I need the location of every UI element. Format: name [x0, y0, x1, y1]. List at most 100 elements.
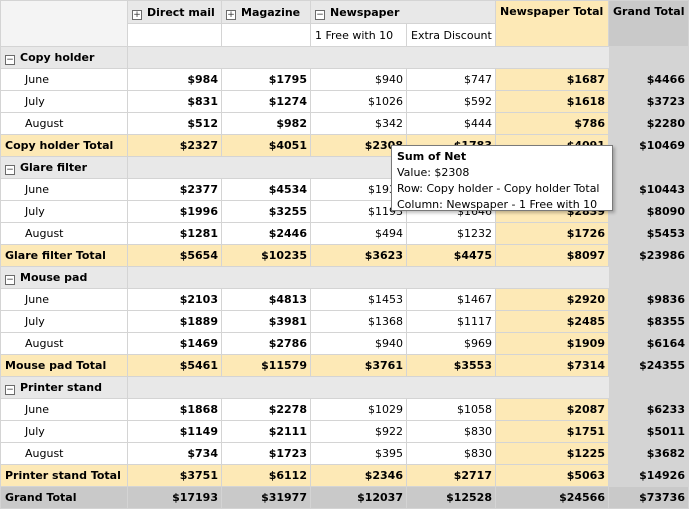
column-header-1-free-with-10[interactable]: 1 Free with 10 [310, 23, 407, 47]
value-cell[interactable]: $7314 [495, 354, 609, 377]
value-cell[interactable]: $10469 [608, 134, 689, 157]
value-cell[interactable]: $1453 [310, 288, 407, 311]
value-cell[interactable]: $24355 [608, 354, 689, 377]
row-group-header[interactable]: − Glare filter [0, 156, 128, 179]
value-cell[interactable]: $6112 [221, 464, 311, 487]
value-cell[interactable]: $1117 [406, 310, 496, 333]
value-cell[interactable]: $8090 [608, 200, 689, 223]
column-header-extra-discount[interactable]: Extra Discount [406, 23, 496, 47]
value-cell[interactable]: $5461 [127, 354, 222, 377]
value-cell[interactable]: $12528 [406, 486, 496, 509]
value-cell[interactable]: $940 [310, 332, 407, 355]
value-cell[interactable]: $984 [127, 68, 222, 91]
value-cell[interactable]: $4534 [221, 178, 311, 201]
column-header-grand-total[interactable]: Grand Total [608, 0, 689, 47]
expand-icon[interactable]: + [132, 9, 142, 20]
value-cell[interactable]: $9836 [608, 288, 689, 311]
row-label[interactable]: June [0, 288, 128, 311]
collapse-icon[interactable]: − [5, 55, 15, 65]
row-group-header[interactable]: − Printer stand [0, 376, 128, 399]
subtotal-label[interactable]: Mouse pad Total [0, 354, 128, 377]
row-label[interactable]: August [0, 222, 128, 245]
value-cell[interactable]: $23986 [608, 244, 689, 267]
row-label[interactable]: July [0, 310, 128, 333]
column-header-newspaper-total[interactable]: Newspaper Total [495, 0, 609, 47]
value-cell[interactable]: $1868 [127, 398, 222, 421]
value-cell[interactable]: $444 [406, 112, 496, 135]
row-label[interactable]: June [0, 398, 128, 421]
value-cell[interactable]: $395 [310, 442, 407, 465]
value-cell[interactable]: $8355 [608, 310, 689, 333]
value-cell[interactable]: $1469 [127, 332, 222, 355]
row-label[interactable]: August [0, 332, 128, 355]
value-cell[interactable]: $3723 [608, 90, 689, 113]
value-cell[interactable]: $2087 [495, 398, 609, 421]
grand-total-label[interactable]: Grand Total [0, 486, 128, 509]
value-cell[interactable]: $1029 [310, 398, 407, 421]
row-label[interactable]: August [0, 442, 128, 465]
row-label[interactable]: June [0, 178, 128, 201]
value-cell[interactable]: $494 [310, 222, 407, 245]
value-cell[interactable]: $1058 [406, 398, 496, 421]
value-cell[interactable]: $1889 [127, 310, 222, 333]
value-cell[interactable]: $1026 [310, 90, 407, 113]
value-cell[interactable]: $1996 [127, 200, 222, 223]
value-cell[interactable]: $3255 [221, 200, 311, 223]
value-cell[interactable]: $1795 [221, 68, 311, 91]
value-cell[interactable]: $2327 [127, 134, 222, 157]
value-cell[interactable]: $1687 [495, 68, 609, 91]
row-label[interactable]: June [0, 68, 128, 91]
value-cell[interactable]: $4051 [221, 134, 311, 157]
value-cell[interactable]: $3751 [127, 464, 222, 487]
value-cell[interactable]: $1618 [495, 90, 609, 113]
value-cell[interactable]: $734 [127, 442, 222, 465]
value-cell[interactable]: $940 [310, 68, 407, 91]
value-cell[interactable]: $2346 [310, 464, 407, 487]
value-cell[interactable]: $1281 [127, 222, 222, 245]
value-cell[interactable]: $1368 [310, 310, 407, 333]
value-cell[interactable]: $1909 [495, 332, 609, 355]
collapse-icon[interactable]: − [315, 9, 325, 20]
value-cell[interactable]: $5063 [495, 464, 609, 487]
value-cell[interactable]: $5011 [608, 420, 689, 443]
row-label[interactable]: July [0, 90, 128, 113]
value-cell[interactable]: $2377 [127, 178, 222, 201]
value-cell[interactable]: $10235 [221, 244, 311, 267]
value-cell[interactable]: $12037 [310, 486, 407, 509]
collapse-icon[interactable]: − [5, 275, 15, 285]
column-header-newspaper[interactable]: − Newspaper [310, 0, 496, 24]
row-label[interactable]: July [0, 200, 128, 223]
value-cell[interactable]: $2103 [127, 288, 222, 311]
subtotal-label[interactable]: Printer stand Total [0, 464, 128, 487]
collapse-icon[interactable]: − [5, 385, 15, 395]
value-cell[interactable]: $3682 [608, 442, 689, 465]
column-header-direct-mail[interactable]: + Direct mail [127, 0, 222, 24]
value-cell[interactable]: $342 [310, 112, 407, 135]
value-cell[interactable]: $969 [406, 332, 496, 355]
value-cell[interactable]: $2278 [221, 398, 311, 421]
value-cell[interactable]: $24566 [495, 486, 609, 509]
value-cell[interactable]: $1726 [495, 222, 609, 245]
value-cell[interactable]: $2717 [406, 464, 496, 487]
value-cell[interactable]: $982 [221, 112, 311, 135]
value-cell[interactable]: $6233 [608, 398, 689, 421]
value-cell[interactable]: $1723 [221, 442, 311, 465]
value-cell[interactable]: $592 [406, 90, 496, 113]
column-header-magazine[interactable]: + Magazine [221, 0, 311, 24]
value-cell[interactable]: $1149 [127, 420, 222, 443]
value-cell[interactable]: $73736 [608, 486, 689, 509]
value-cell[interactable]: $2111 [221, 420, 311, 443]
value-cell[interactable]: $4466 [608, 68, 689, 91]
value-cell[interactable]: $3761 [310, 354, 407, 377]
value-cell[interactable]: $5654 [127, 244, 222, 267]
value-cell[interactable]: $922 [310, 420, 407, 443]
value-cell[interactable]: $14926 [608, 464, 689, 487]
value-cell[interactable]: $10443 [608, 178, 689, 201]
expand-icon[interactable]: + [226, 9, 236, 20]
value-cell[interactable]: $1467 [406, 288, 496, 311]
subtotal-label[interactable]: Glare filter Total [0, 244, 128, 267]
row-group-header[interactable]: − Mouse pad [0, 266, 128, 289]
value-cell[interactable]: $2280 [608, 112, 689, 135]
value-cell[interactable]: $512 [127, 112, 222, 135]
row-group-header[interactable]: − Copy holder [0, 46, 128, 69]
